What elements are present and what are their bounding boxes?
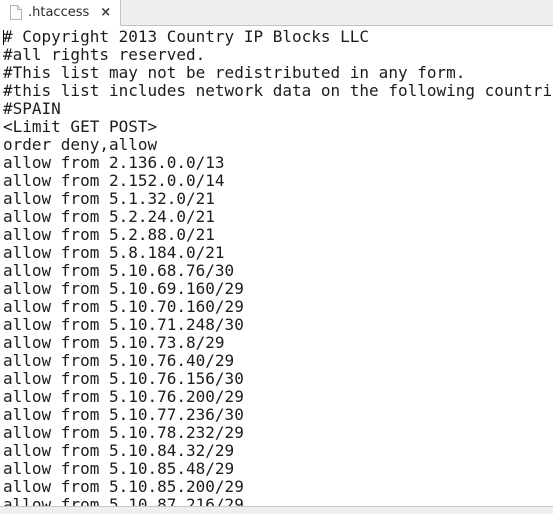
code-line: allow from 2.136.0.0/13: [3, 153, 225, 172]
editor-area[interactable]: # Copyright 2013 Country IP Blocks LLC #a…: [0, 26, 553, 506]
tab-label: .htaccess: [28, 5, 90, 20]
code-line: allow from 5.10.68.76/30: [3, 261, 235, 280]
code-line: allow from 5.2.88.0/21: [3, 225, 215, 244]
status-strip: [0, 506, 553, 514]
code-line: #all rights reserved.: [3, 45, 206, 64]
tab-bar: .htaccess ×: [0, 0, 553, 26]
code-line: allow from 5.10.87.216/29: [3, 495, 244, 507]
tab-htaccess[interactable]: .htaccess ×: [0, 0, 122, 26]
code-line: allow from 5.10.76.156/30: [3, 369, 244, 388]
code-line: allow from 5.10.78.232/29: [3, 423, 244, 442]
code-line: allow from 5.2.24.0/21: [3, 207, 215, 226]
code-line: <Limit GET POST>: [3, 117, 158, 136]
code-line: allow from 2.152.0.0/14: [3, 171, 225, 190]
code-line: allow from 5.10.71.248/30: [3, 315, 244, 334]
code-line: allow from 5.10.84.32/29: [3, 441, 235, 460]
code-line: allow from 5.10.73.8/29: [3, 333, 225, 352]
code-line: allow from 5.10.76.40/29: [3, 351, 235, 370]
code-line: allow from 5.10.76.200/29: [3, 387, 244, 406]
code-line: allow from 5.10.85.200/29: [3, 477, 244, 496]
code-line: order deny,allow: [3, 135, 158, 154]
code-line: #this list includes network data on the …: [3, 81, 553, 100]
text-caret: [3, 30, 4, 45]
code-line: #SPAIN: [3, 99, 61, 118]
code-line: allow from 5.8.184.0/21: [3, 243, 225, 262]
code-line: allow from 5.1.32.0/21: [3, 189, 215, 208]
close-icon[interactable]: ×: [95, 6, 113, 19]
code-line: allow from 5.10.85.48/29: [3, 459, 235, 478]
document-icon: [10, 5, 22, 20]
code-line: allow from 5.10.77.236/30: [3, 405, 244, 424]
code-line: # Copyright 2013 Country IP Blocks LLC: [3, 27, 370, 46]
text-editor-window: .htaccess × # Copyright 2013 Country IP …: [0, 0, 553, 514]
code-content[interactable]: # Copyright 2013 Country IP Blocks LLC #a…: [0, 26, 553, 507]
code-line: #This list may not be redistributed in a…: [3, 63, 466, 82]
code-line: allow from 5.10.70.160/29: [3, 297, 244, 316]
code-line: allow from 5.10.69.160/29: [3, 279, 244, 298]
